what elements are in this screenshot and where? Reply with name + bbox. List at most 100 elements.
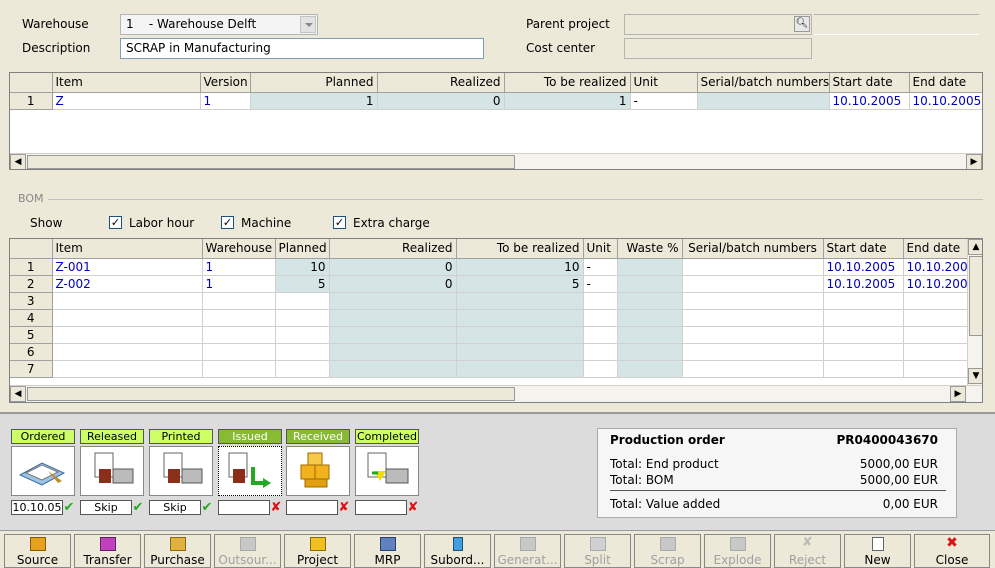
row-number[interactable]: 2 xyxy=(10,275,53,293)
col-unit[interactable]: Unit xyxy=(583,239,618,259)
cell-warehouse[interactable]: 1 xyxy=(202,258,276,276)
cell-end-date[interactable]: 10.10.2005 xyxy=(909,92,982,110)
labor-hour-checkbox[interactable]: ✓ xyxy=(109,216,122,229)
description-input[interactable]: SCRAP in Manufacturing xyxy=(120,38,484,59)
cell-start-date[interactable]: 10.10.2005 xyxy=(823,258,904,276)
step-ordered[interactable]: Ordered 10.10.05 ✔ xyxy=(11,429,75,515)
cell-start-date[interactable]: 10.10.2005 xyxy=(823,275,904,293)
transfer-button[interactable]: Transfer xyxy=(74,534,141,568)
source-button[interactable]: Source xyxy=(4,534,71,568)
machine-checkbox[interactable]: ✓ xyxy=(221,216,234,229)
step-completed[interactable]: Completed ✘ xyxy=(355,429,419,515)
col-to-be-realized[interactable]: To be realized xyxy=(504,73,631,93)
cell-planned[interactable]: 1 xyxy=(250,92,378,110)
cell-end-date[interactable]: 10.10.2005 xyxy=(903,275,969,293)
cell-realized[interactable]: 0 xyxy=(329,258,457,276)
cell-serial[interactable] xyxy=(697,92,830,110)
step-issued[interactable]: Issued ✘ xyxy=(218,429,282,515)
bom-vscrollbar[interactable]: ▲ ▼ xyxy=(967,239,982,385)
chevron-down-icon[interactable] xyxy=(300,16,316,33)
row-number[interactable]: 1 xyxy=(10,92,53,110)
parent-project-input[interactable] xyxy=(624,14,812,35)
reject-button[interactable]: ✘ Reject xyxy=(774,534,841,568)
cell-planned[interactable]: 10 xyxy=(275,258,330,276)
cell-to-be-realized[interactable]: 1 xyxy=(504,92,631,110)
mrp-button[interactable]: MRP xyxy=(354,534,421,568)
scroll-left-icon[interactable]: ◀ xyxy=(10,386,26,402)
scroll-thumb[interactable] xyxy=(969,256,982,336)
outsource-button[interactable]: Outsour... xyxy=(214,534,281,568)
generate-button[interactable]: Generat... xyxy=(494,534,561,568)
table-row[interactable]: 3 xyxy=(10,292,969,310)
table-row[interactable]: 1 Z 1 1 0 1 - 10.10.2005 10.10.2005 xyxy=(10,92,982,110)
row-number[interactable]: 5 xyxy=(10,326,53,344)
scroll-thumb[interactable] xyxy=(27,155,515,169)
cell-item[interactable]: Z xyxy=(52,92,201,110)
row-number[interactable]: 3 xyxy=(10,292,53,310)
step-received[interactable]: Received ✘ xyxy=(286,429,350,515)
row-number[interactable]: 4 xyxy=(10,309,53,327)
scroll-down-icon[interactable]: ▼ xyxy=(968,368,982,384)
table-row[interactable]: 1 Z-001 1 10 0 10 - 10.10.2005 10.10.200… xyxy=(10,258,969,276)
col-item[interactable]: Item xyxy=(52,239,203,259)
project-button[interactable]: Project xyxy=(284,534,351,568)
warehouse-select[interactable]: 1 - Warehouse Delft xyxy=(120,14,318,35)
scrap-button[interactable]: Scrap xyxy=(634,534,701,568)
row-number[interactable]: 7 xyxy=(10,360,53,378)
row-number[interactable]: 6 xyxy=(10,343,53,361)
cell-waste[interactable] xyxy=(617,258,683,276)
issued-icon[interactable] xyxy=(218,446,282,496)
cell-item[interactable]: Z-001 xyxy=(52,258,203,276)
col-to-be-realized[interactable]: To be realized xyxy=(456,239,584,259)
cell-warehouse[interactable]: 1 xyxy=(202,275,276,293)
completed-icon[interactable] xyxy=(355,446,419,496)
cell-waste[interactable] xyxy=(617,275,683,293)
released-icon[interactable] xyxy=(80,446,144,496)
scroll-thumb[interactable] xyxy=(27,387,515,401)
close-button[interactable]: ✖ Close xyxy=(914,534,990,568)
cell-item[interactable]: Z-002 xyxy=(52,275,203,293)
received-icon[interactable] xyxy=(286,446,350,496)
col-realized[interactable]: Realized xyxy=(377,73,505,93)
table-row[interactable]: 6 xyxy=(10,343,969,361)
cell-to-be-realized[interactable]: 10 xyxy=(456,258,584,276)
col-realized[interactable]: Realized xyxy=(329,239,457,259)
bom-hscrollbar[interactable]: ◀ ▶ xyxy=(10,385,982,402)
cost-center-input[interactable] xyxy=(624,38,812,59)
cell-to-be-realized[interactable]: 5 xyxy=(456,275,584,293)
col-warehouse[interactable]: Warehouse xyxy=(202,239,276,259)
cell-serial[interactable] xyxy=(682,275,824,293)
col-start-date[interactable]: Start date xyxy=(823,239,904,259)
split-button[interactable]: Split xyxy=(564,534,631,568)
step-released[interactable]: Released Skip ✔ xyxy=(80,429,144,515)
col-planned[interactable]: Planned xyxy=(275,239,330,259)
col-serial[interactable]: Serial/batch numbers xyxy=(697,73,830,93)
col-waste[interactable]: Waste % xyxy=(617,239,683,259)
new-button[interactable]: New xyxy=(844,534,911,568)
col-unit[interactable]: Unit xyxy=(630,73,698,93)
purchase-button[interactable]: Purchase xyxy=(144,534,211,568)
step-printed[interactable]: Printed Skip ✔ xyxy=(149,429,213,515)
cell-planned[interactable]: 5 xyxy=(275,275,330,293)
table-row[interactable]: 2 Z-002 1 5 0 5 - 10.10.2005 10.10.2005 xyxy=(10,275,969,293)
cell-realized[interactable]: 0 xyxy=(377,92,505,110)
scroll-right-icon[interactable]: ▶ xyxy=(950,386,966,402)
cell-serial[interactable] xyxy=(682,258,824,276)
col-serial[interactable]: Serial/batch numbers xyxy=(682,239,824,259)
table-row[interactable]: 7 xyxy=(10,360,969,378)
table-row[interactable]: 4 xyxy=(10,309,969,327)
ordered-icon[interactable] xyxy=(11,446,75,496)
col-end-date[interactable]: End date xyxy=(903,239,969,259)
col-start-date[interactable]: Start date xyxy=(829,73,910,93)
scroll-up-icon[interactable]: ▲ xyxy=(968,239,982,255)
cell-unit[interactable]: - xyxy=(630,92,698,110)
col-end-date[interactable]: End date xyxy=(909,73,982,93)
cell-end-date[interactable]: 10.10.2005 xyxy=(903,258,969,276)
col-planned[interactable]: Planned xyxy=(250,73,378,93)
explode-button[interactable]: Explode xyxy=(704,534,771,568)
printed-icon[interactable] xyxy=(149,446,213,496)
cell-realized[interactable]: 0 xyxy=(329,275,457,293)
cell-version[interactable]: 1 xyxy=(200,92,251,110)
cell-start-date[interactable]: 10.10.2005 xyxy=(829,92,910,110)
cell-unit[interactable]: - xyxy=(583,275,618,293)
